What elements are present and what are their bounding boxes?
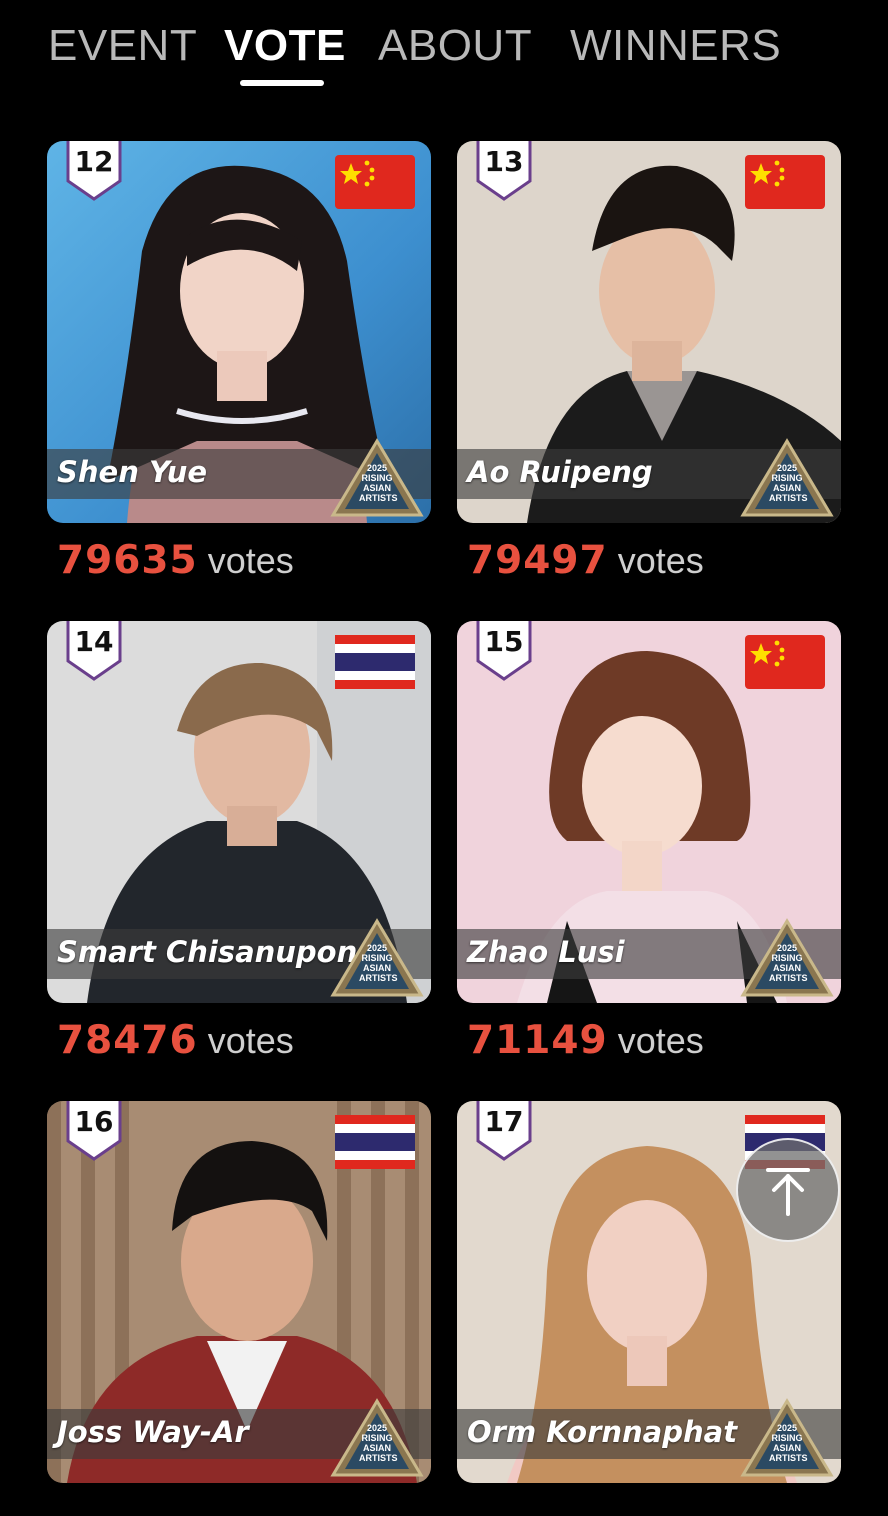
rank-number: 14 xyxy=(74,625,114,658)
tab-event[interactable]: EVENT xyxy=(48,20,197,72)
tab-bar: EVENT VOTE ABOUT WINNERS xyxy=(0,0,888,100)
tab-vote[interactable]: VOTE xyxy=(224,20,346,72)
rank-badge: 16 xyxy=(65,1101,123,1163)
active-tab-indicator xyxy=(240,80,324,86)
artist-name: Joss Way-Ar xyxy=(57,1415,249,1449)
arrow-up-icon xyxy=(766,1168,810,1216)
vote-unit: votes xyxy=(207,1020,294,1061)
award-logo-icon: 2025 RISING ASIAN ARTISTS xyxy=(329,1397,425,1481)
rank-number: 12 xyxy=(74,145,114,178)
vote-number: 79497 xyxy=(467,538,608,583)
rank-badge: 12 xyxy=(65,141,123,203)
china-flag-icon xyxy=(745,155,825,209)
artist-card-joss-way-ar[interactable]: 16 Joss Way-Ar 2025 RISING ASIAN ARTISTS xyxy=(47,1101,431,1483)
award-logo-icon: 2025 RISING ASIAN ARTISTS xyxy=(739,437,835,521)
china-flag-icon xyxy=(745,635,825,689)
rank-number: 17 xyxy=(484,1105,524,1138)
award-logo-icon: 2025 RISING ASIAN ARTISTS xyxy=(329,437,425,521)
vote-count: 79497 votes xyxy=(467,538,704,583)
rank-number: 13 xyxy=(484,145,524,178)
rank-badge: 17 xyxy=(475,1101,533,1163)
tab-about[interactable]: ABOUT xyxy=(378,20,532,72)
award-logo-icon: 2025 RISING ASIAN ARTISTS xyxy=(739,917,835,1001)
award-logo-icon: 2025 RISING ASIAN ARTISTS xyxy=(739,1397,835,1481)
vote-unit: votes xyxy=(617,540,704,581)
artist-card-shen-yue[interactable]: 12 Shen Yue 2025 RISING ASIAN ARTISTS xyxy=(47,141,431,523)
artist-name: Zhao Lusi xyxy=(467,935,625,969)
vote-count: 71149 votes xyxy=(467,1018,704,1063)
vote-unit: votes xyxy=(617,1020,704,1061)
rank-badge: 13 xyxy=(475,141,533,203)
artist-name: Shen Yue xyxy=(57,455,208,489)
rank-number: 16 xyxy=(74,1105,114,1138)
award-logo-icon: 2025 RISING ASIAN ARTISTS xyxy=(329,917,425,1001)
artist-card-zhao-lusi[interactable]: 15 Zhao Lusi 2025 RISING ASIAN ARTISTS xyxy=(457,621,841,1003)
thailand-flag-icon xyxy=(335,635,415,689)
artist-name: Orm Kornnaphat xyxy=(467,1415,738,1449)
vote-number: 79635 xyxy=(57,538,198,583)
thailand-flag-icon xyxy=(335,1115,415,1169)
china-flag-icon xyxy=(335,155,415,209)
rank-badge: 15 xyxy=(475,621,533,683)
vote-count: 79635 votes xyxy=(57,538,294,583)
artist-card-ao-ruipeng[interactable]: 13 Ao Ruipeng 2025 RISING ASIAN ARTISTS xyxy=(457,141,841,523)
artist-name: Ao Ruipeng xyxy=(467,455,653,489)
artist-card-smart-chisanupong[interactable]: 14 Smart Chisanupong 2025 RISING ASIAN ARTI… xyxy=(47,621,431,1003)
vote-count: 78476 votes xyxy=(57,1018,294,1063)
rank-badge: 14 xyxy=(65,621,123,683)
rank-number: 15 xyxy=(484,625,524,658)
vote-number: 71149 xyxy=(467,1018,608,1063)
vote-number: 78476 xyxy=(57,1018,198,1063)
scroll-to-top-button[interactable] xyxy=(736,1138,840,1242)
tab-winners[interactable]: WINNERS xyxy=(570,20,781,72)
vote-unit: votes xyxy=(207,540,294,581)
